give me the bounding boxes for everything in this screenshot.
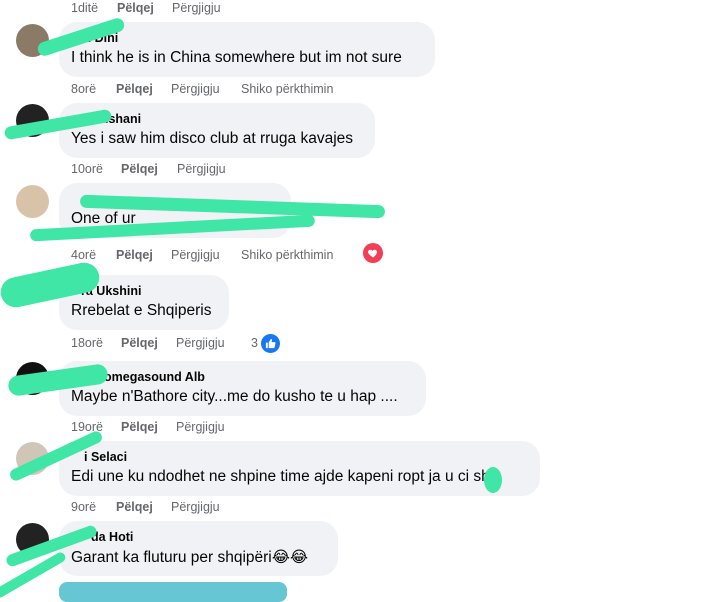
see-translation-link[interactable]: Shiko përkthimin bbox=[241, 248, 333, 262]
comment-text: I think he is in China somewhere but im … bbox=[71, 49, 402, 66]
reaction-count[interactable]: 3 bbox=[251, 336, 258, 350]
like-link[interactable]: Pëlqej bbox=[121, 336, 158, 350]
reply-link[interactable]: Përgjigju bbox=[171, 248, 220, 262]
comment-time: 8orë bbox=[71, 82, 97, 96]
comment-text: Rrebelat e Shqiperis bbox=[71, 302, 212, 319]
comment-text: Yes i saw him disco club at rruga kavaje… bbox=[71, 130, 354, 147]
comment-text: Maybe n'Bathore city...me do kusho te u … bbox=[71, 388, 398, 405]
avatar[interactable] bbox=[16, 185, 49, 218]
reply-link[interactable]: Përgjigju bbox=[176, 336, 225, 350]
comment-time: 10orë bbox=[71, 162, 103, 176]
reply-link[interactable]: Përgjigju bbox=[171, 82, 220, 96]
comment-bubble: i Selaci Edi une ku ndodhet ne shpine ti… bbox=[59, 441, 540, 496]
next-item-preview[interactable] bbox=[59, 582, 287, 602]
comment-text: Garant ka fluturu per shqipëri😂😂 bbox=[71, 549, 308, 566]
comment-bubble: omegasound Alb Maybe n'Bathore city...me… bbox=[59, 361, 426, 416]
reply-link[interactable]: Përgjigju bbox=[172, 1, 221, 15]
comment-time: 1ditë bbox=[71, 1, 99, 15]
like-link[interactable]: Pëlqej bbox=[117, 1, 154, 15]
comment-bubble: da Hoti Garant ka fluturu per shqipëri😂😂 bbox=[59, 521, 338, 576]
reply-link[interactable]: Përgjigju bbox=[177, 162, 226, 176]
like-reaction-icon[interactable] bbox=[261, 334, 280, 353]
redaction-mark bbox=[484, 467, 502, 493]
like-link[interactable]: Pëlqej bbox=[121, 162, 158, 176]
commenter-name[interactable]: i Selaci bbox=[84, 450, 127, 464]
comment-text: Edi une ku ndodhet ne shpine time ajde k… bbox=[71, 468, 499, 485]
comment-time: 9orë bbox=[71, 500, 97, 514]
commenter-name[interactable]: omegasound Alb bbox=[104, 370, 205, 384]
like-link[interactable]: Pëlqej bbox=[116, 500, 153, 514]
comment-time: 18orë bbox=[71, 336, 103, 350]
like-link[interactable]: Pëlqej bbox=[116, 82, 153, 96]
like-link[interactable]: Pëlqej bbox=[116, 248, 153, 262]
commenter-name[interactable]: da Hoti bbox=[91, 530, 133, 544]
like-link[interactable]: Pëlqej bbox=[121, 420, 158, 434]
reply-link[interactable]: Përgjigju bbox=[171, 500, 220, 514]
comment-time: 4orë bbox=[71, 248, 97, 262]
see-translation-link[interactable]: Shiko përkthimin bbox=[241, 82, 333, 96]
love-reaction-icon[interactable] bbox=[363, 243, 383, 263]
reply-link[interactable]: Përgjigju bbox=[176, 420, 225, 434]
